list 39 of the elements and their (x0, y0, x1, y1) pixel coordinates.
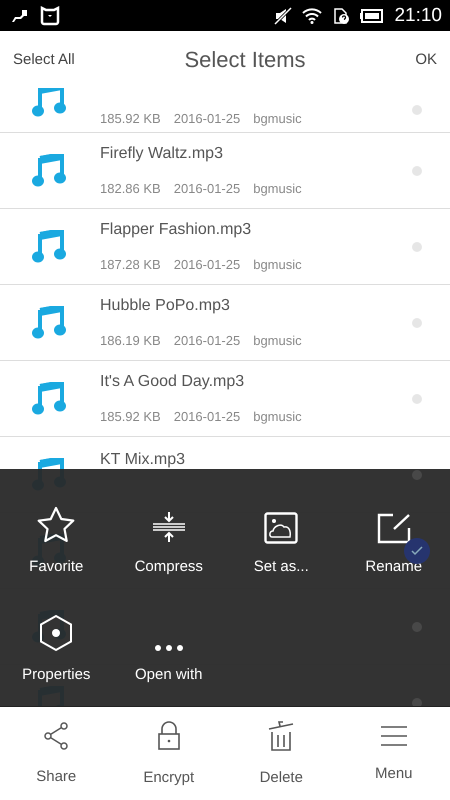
file-row[interactable]: 185.92 KB 2016-01-25 bgmusic (0, 88, 450, 133)
file-row[interactable]: It's A Good Day.mp3 185.92 KB 2016-01-25 bgmusic (0, 361, 450, 437)
toolbar-button[interactable]: Encrypt (112, 707, 225, 800)
screen-title: Select Items (184, 46, 306, 72)
clock-time: 21:10 (394, 4, 442, 26)
file-date: 2016-01-25 (174, 181, 240, 196)
file-size: 185.92 KB (100, 111, 161, 126)
file-folder: bgmusic (253, 111, 302, 126)
action-button[interactable]: Rename (338, 473, 450, 585)
file-date: 2016-01-25 (174, 257, 240, 272)
ok-button[interactable]: OK (406, 45, 446, 74)
action-button[interactable]: Set as... (225, 473, 338, 585)
file-date: 2016-01-25 (174, 111, 240, 126)
file-size: 187.28 KB (100, 257, 161, 272)
toolbar-button[interactable]: Menu (338, 707, 450, 800)
file-row[interactable]: Firefly Waltz.mp3 182.86 KB 2016-01-25 bgmusic (0, 133, 450, 209)
open-with-button[interactable]: Open with (112, 585, 225, 693)
action-button[interactable]: Properties (0, 585, 112, 693)
file-folder: bgmusic (253, 333, 302, 348)
file-name: KT Mix.mp3 (100, 451, 186, 469)
file-name: Flapper Fashion.mp3 (100, 221, 252, 239)
file-size: 185.92 KB (100, 409, 161, 424)
file-name: It's A Good Day.mp3 (100, 373, 246, 391)
file-folder: bgmusic (253, 409, 302, 424)
file-folder: bgmusic (253, 257, 302, 272)
file-size: 182.86 KB (100, 181, 161, 196)
file-name: Firefly Waltz.mp3 (100, 145, 224, 163)
toolbar-button[interactable]: Delete (225, 707, 338, 800)
file-date: 2016-01-25 (174, 409, 240, 424)
file-folder: bgmusic (253, 181, 302, 196)
file-date: 2016-01-25 (174, 333, 240, 348)
file-row[interactable]: Flapper Fashion.mp3 187.28 KB 2016-01-25 bgmusic (0, 209, 450, 285)
file-name: Hubble PoPo.mp3 (100, 297, 231, 315)
action-button[interactable]: Favorite (0, 473, 112, 585)
file-size: 186.19 KB (100, 333, 161, 348)
toolbar-button[interactable]: Share (0, 707, 112, 800)
file-row[interactable]: Hubble PoPo.mp3 186.19 KB 2016-01-25 bgmusic (0, 285, 450, 361)
select-all-button[interactable]: Select All (4, 45, 84, 74)
action-button[interactable]: Compress (112, 473, 225, 585)
